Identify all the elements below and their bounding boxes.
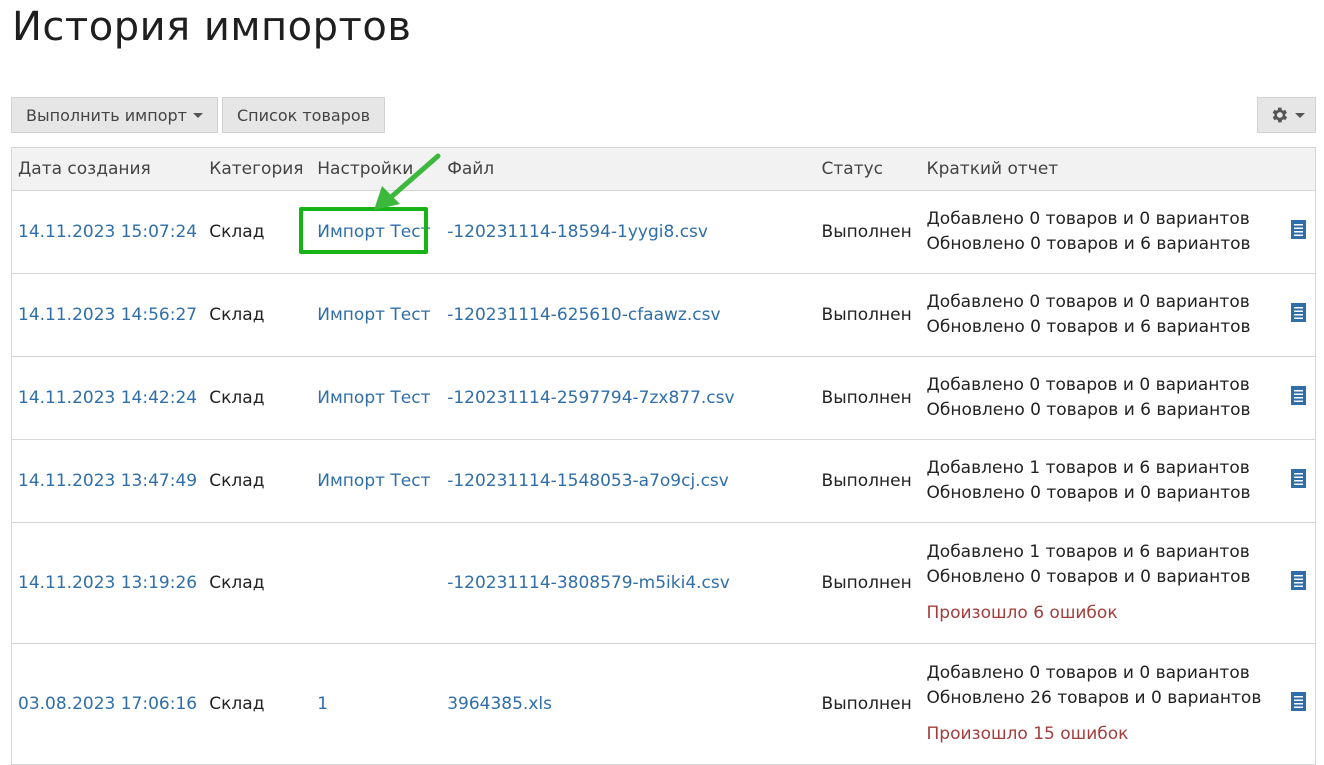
- row-settings-link[interactable]: Импорт Тест: [317, 305, 430, 325]
- row-report: Добавлено 1 товаров и 6 вариантов Обновл…: [920, 522, 1271, 644]
- row-settings-link[interactable]: Импорт Тест: [317, 388, 430, 408]
- row-status: Выполнен: [815, 439, 921, 523]
- row-file-link[interactable]: -120231114-3808579-m5iki4.csv: [447, 573, 730, 593]
- document-icon[interactable]: [1290, 570, 1307, 591]
- row-settings-link[interactable]: Импорт Тест: [317, 471, 430, 491]
- document-icon[interactable]: [1290, 302, 1307, 323]
- row-file-link[interactable]: -120231114-18594-1yygi8.csv: [447, 222, 708, 242]
- document-icon[interactable]: [1290, 219, 1307, 240]
- report-added: Добавлено 0 товаров и 0 вариантов: [926, 663, 1250, 683]
- products-button-label: Список товаров: [236, 105, 371, 125]
- row-status: Выполнен: [815, 190, 921, 274]
- column-header-date[interactable]: Дата создания: [11, 147, 204, 191]
- row-status: Выполнен: [815, 273, 921, 357]
- report-added: Добавлено 1 товаров и 6 вариантов: [926, 458, 1250, 478]
- row-report: Добавлено 0 товаров и 0 вариантов Обновл…: [920, 190, 1271, 274]
- row-date-link[interactable]: 14.11.2023 13:19:26: [18, 573, 197, 593]
- row-category: Склад: [203, 356, 312, 440]
- row-date-link[interactable]: 14.11.2023 14:56:27: [18, 305, 197, 325]
- report-updated: Обновлено 0 товаров и 6 вариантов: [926, 317, 1251, 337]
- column-header-status[interactable]: Статус: [815, 147, 921, 191]
- report-updated: Обновлено 0 товаров и 6 вариантов: [926, 400, 1251, 420]
- chevron-down-icon: [192, 112, 203, 118]
- row-status: Выполнен: [815, 522, 921, 644]
- row-file-link[interactable]: -120231114-625610-cfaawz.csv: [447, 305, 720, 325]
- row-category: Склад: [203, 273, 312, 357]
- report-updated: Обновлено 26 товаров и 0 вариантов: [926, 688, 1262, 708]
- report-updated: Обновлено 0 товаров и 0 вариантов: [926, 567, 1251, 587]
- page-title: История импортов: [12, 4, 412, 50]
- import-button-label: Выполнить импорт: [26, 105, 187, 125]
- row-date-link[interactable]: 14.11.2023 13:47:49: [18, 471, 197, 491]
- report-error: Произошло 15 ошибок: [926, 724, 1129, 744]
- report-error: Произошло 6 ошибок: [926, 603, 1118, 623]
- document-icon[interactable]: [1290, 385, 1307, 406]
- row-report: Добавлено 0 товаров и 0 вариантов Обновл…: [920, 356, 1271, 440]
- row-report: Добавлено 0 товаров и 0 вариантов Обновл…: [920, 273, 1271, 357]
- table-row: 03.08.2023 17:06:16 Склад 1 3964385.xls …: [11, 643, 1316, 765]
- table-row: 14.11.2023 13:19:26 Склад -120231114-380…: [11, 522, 1316, 644]
- row-file-link[interactable]: -120231114-1548053-a7o9cj.csv: [447, 471, 729, 491]
- document-icon[interactable]: [1290, 691, 1307, 712]
- column-header-category[interactable]: Категория: [203, 147, 312, 191]
- row-category: Склад: [203, 439, 312, 523]
- import-dropdown-button[interactable]: Выполнить импорт: [11, 97, 218, 133]
- table-row: 14.11.2023 14:56:27 Склад Импорт Тест -1…: [11, 273, 1316, 357]
- table-row: 14.11.2023 14:42:24 Склад Импорт Тест -1…: [11, 356, 1316, 440]
- report-added: Добавлено 1 товаров и 6 вариантов: [926, 542, 1250, 562]
- row-date-link[interactable]: 03.08.2023 17:06:16: [18, 694, 197, 714]
- report-added: Добавлено 0 товаров и 0 вариантов: [926, 375, 1250, 395]
- column-header-report[interactable]: Краткий отчет: [920, 147, 1271, 191]
- products-list-button[interactable]: Список товаров: [221, 97, 386, 133]
- row-date-link[interactable]: 14.11.2023 14:42:24: [18, 388, 197, 408]
- row-date-link[interactable]: 14.11.2023 15:07:24: [18, 222, 197, 242]
- row-settings-link[interactable]: 1: [317, 694, 328, 714]
- report-added: Добавлено 0 товаров и 0 вариантов: [926, 292, 1250, 312]
- row-category: Склад: [203, 643, 312, 765]
- report-added: Добавлено 0 товаров и 0 вариантов: [926, 209, 1250, 229]
- report-updated: Обновлено 0 товаров и 0 вариантов: [926, 483, 1251, 503]
- settings-dropdown-button[interactable]: [1257, 97, 1316, 133]
- table-row: 14.11.2023 15:07:24 Склад Импорт Тест -1…: [11, 190, 1316, 274]
- gear-icon: [1272, 107, 1287, 123]
- row-status: Выполнен: [815, 643, 921, 765]
- row-category: Склад: [203, 190, 312, 274]
- report-updated: Обновлено 0 товаров и 6 вариантов: [926, 234, 1251, 254]
- table-row: 14.11.2023 13:47:49 Склад Импорт Тест -1…: [11, 439, 1316, 523]
- row-report: Добавлено 0 товаров и 0 вариантов Обновл…: [920, 643, 1271, 765]
- column-header-actions: [1270, 147, 1316, 191]
- row-file-link[interactable]: 3964385.xls: [447, 694, 552, 714]
- row-category: Склад: [203, 522, 312, 644]
- column-header-settings[interactable]: Настройки: [311, 147, 442, 191]
- row-report: Добавлено 1 товаров и 6 вариантов Обновл…: [920, 439, 1271, 523]
- highlight-box: [299, 207, 429, 254]
- column-header-file[interactable]: Файл: [441, 147, 816, 191]
- toolbar: Выполнить импорт Список товаров: [11, 97, 386, 133]
- document-icon[interactable]: [1290, 468, 1307, 489]
- imports-table: Дата создания Категория Настройки Файл С…: [11, 147, 1316, 765]
- row-file-link[interactable]: -120231114-2597794-7zx877.csv: [447, 388, 734, 408]
- row-status: Выполнен: [815, 356, 921, 440]
- chevron-down-icon: [1294, 112, 1305, 118]
